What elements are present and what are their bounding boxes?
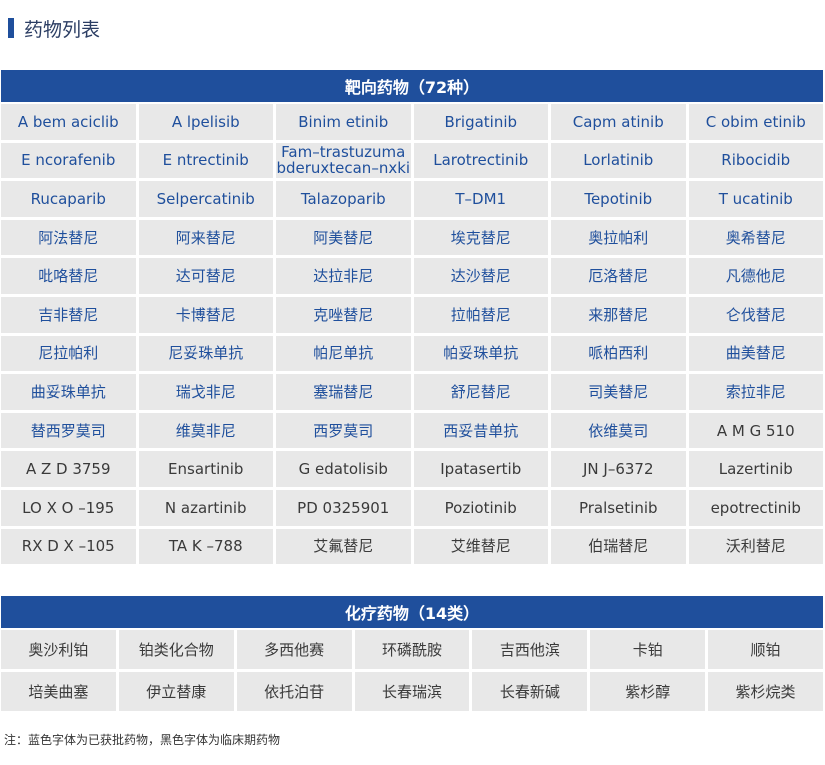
targeted-drug-cell: Tepotinib <box>551 181 686 217</box>
chemo-drug-cell: 长春瑞滨 <box>354 672 470 711</box>
chemo-drugs-table: 奥沙利铂 铂类化合物 多西他赛 环磷酰胺 吉西他滨 卡铂 顺铂培美曲塞 伊立替康 依托泊苷 长春瑞… <box>1 630 823 711</box>
chemo-drug-cell: 多西他赛 <box>236 630 352 669</box>
chemo-drug-cell: 铂类化合物 <box>118 630 234 669</box>
chemo-drug-cell: 伊立替康 <box>118 672 234 711</box>
targeted-drug-cell: 索拉非尼 <box>688 374 823 410</box>
targeted-drug-cell: 厄洛替尼 <box>551 258 686 294</box>
targeted-drug-cell: 达可替尼 <box>138 258 273 294</box>
chemo-drug-cell: 依托泊苷 <box>236 672 352 711</box>
targeted-drug-cell: 维莫非尼 <box>138 412 273 449</box>
targeted-drug-cell: LO X O –195 <box>1 489 136 526</box>
targeted-drug-cell: 艾维替尼 <box>413 528 548 565</box>
targeted-drug-cell: 卡博替尼 <box>138 296 273 333</box>
targeted-drug-cell: Ipatasertib <box>413 451 548 487</box>
targeted-drug-cell: RX D X –105 <box>1 528 136 565</box>
targeted-drug-cell: T–DM1 <box>413 181 548 217</box>
chemo-drug-cell: 奥沙利铂 <box>1 630 116 669</box>
targeted-drug-cell: Brigatinib <box>413 104 548 140</box>
chemo-drug-cell: 培美曲塞 <box>1 672 116 711</box>
targeted-drug-cell: T ucatinib <box>688 181 823 217</box>
targeted-drug-cell: 克唑替尼 <box>276 296 411 333</box>
targeted-drug-cell: 埃克替尼 <box>413 219 548 256</box>
targeted-drug-cell: Ensartinib <box>138 451 273 487</box>
targeted-drug-cell: 吉非替尼 <box>1 296 136 333</box>
targeted-drug-cell: 替西罗莫司 <box>1 412 136 449</box>
targeted-drug-cell: E ntrectinib <box>138 142 273 179</box>
targeted-drug-cell: 舒尼替尼 <box>413 374 548 410</box>
targeted-drug-cell: A M G 510 <box>688 412 823 449</box>
targeted-drug-cell: Binim etinib <box>276 104 411 140</box>
targeted-drug-cell: 拉帕替尼 <box>413 296 548 333</box>
targeted-drug-cell: 奥希替尼 <box>688 219 823 256</box>
targeted-drug-cell: 达沙替尼 <box>413 258 548 294</box>
targeted-drug-cell: Rucaparib <box>1 181 136 217</box>
targeted-drug-cell: PD 0325901 <box>276 489 411 526</box>
targeted-drug-cell: C obim etinib <box>688 104 823 140</box>
targeted-drug-cell: Talazoparib <box>276 181 411 217</box>
chemo-drug-cell: 吉西他滨 <box>472 630 588 669</box>
targeted-drug-cell: Larotrectinib <box>413 142 548 179</box>
targeted-drug-cell: Poziotinib <box>413 489 548 526</box>
targeted-drug-cell: 塞瑞替尼 <box>276 374 411 410</box>
targeted-drug-cell: 尼妥珠单抗 <box>138 335 273 372</box>
targeted-drug-cell: 哌柏西利 <box>551 335 686 372</box>
targeted-drug-cell: 尼拉帕利 <box>1 335 136 372</box>
targeted-drug-cell: 阿美替尼 <box>276 219 411 256</box>
targeted-drug-cell: 曲美替尼 <box>688 335 823 372</box>
page-title: 药物列表 <box>8 14 100 42</box>
targeted-drug-cell: Pralsetinib <box>551 489 686 526</box>
targeted-drug-cell: 帕妥珠单抗 <box>413 335 548 372</box>
targeted-drugs-header: 靶向药物（72种） <box>1 70 823 102</box>
targeted-drug-cell: A Z D 3759 <box>1 451 136 487</box>
targeted-drug-cell: N azartinib <box>138 489 273 526</box>
targeted-drug-cell: Lorlatinib <box>551 142 686 179</box>
targeted-drug-cell: epotrectinib <box>688 489 823 526</box>
chemo-drug-cell: 顺铂 <box>708 630 823 669</box>
targeted-drug-cell: A lpelisib <box>138 104 273 140</box>
chemo-drugs-header: 化疗药物（14类） <box>1 596 823 628</box>
page-title-text: 药物列表 <box>24 18 101 41</box>
targeted-drug-cell: Fam–trastuzuma bderuxtecan–nxki <box>276 142 411 179</box>
title-accent-bar <box>8 18 14 38</box>
targeted-drug-cell: 帕尼单抗 <box>276 335 411 372</box>
targeted-drug-cell: 阿来替尼 <box>138 219 273 256</box>
targeted-drug-cell: G edatolisib <box>276 451 411 487</box>
chemo-drug-cell: 卡铂 <box>590 630 706 669</box>
targeted-drug-cell: 吡咯替尼 <box>1 258 136 294</box>
targeted-drugs-table: A bem aciclib A lpelisib Binim etinib Briga… <box>1 104 823 565</box>
targeted-drug-cell: TA K –788 <box>138 528 273 565</box>
targeted-drug-cell: 仑伐替尼 <box>688 296 823 333</box>
targeted-drug-cell: 阿法替尼 <box>1 219 136 256</box>
targeted-drug-cell: 沃利替尼 <box>688 528 823 565</box>
targeted-drug-cell: JN J–6372 <box>551 451 686 487</box>
targeted-drug-cell: 来那替尼 <box>551 296 686 333</box>
targeted-drug-cell: A bem aciclib <box>1 104 136 140</box>
targeted-drug-cell: 艾氟替尼 <box>276 528 411 565</box>
targeted-drug-cell: 凡德他尼 <box>688 258 823 294</box>
targeted-drug-cell: 达拉非尼 <box>276 258 411 294</box>
targeted-drug-cell: Capm atinib <box>551 104 686 140</box>
chemo-drug-cell: 长春新碱 <box>472 672 588 711</box>
chemo-drug-cell: 环磷酰胺 <box>354 630 470 669</box>
footnote: 注：蓝色字体为已获批药物，黑色字体为临床期药物 <box>4 733 281 747</box>
targeted-drug-cell: 依维莫司 <box>551 412 686 449</box>
chemo-drug-cell: 紫杉烷类 <box>708 672 823 711</box>
targeted-drug-cell: 西罗莫司 <box>276 412 411 449</box>
targeted-drug-cell: Selpercatinib <box>138 181 273 217</box>
targeted-drug-cell: 奥拉帕利 <box>551 219 686 256</box>
targeted-drug-cell: Lazertinib <box>688 451 823 487</box>
targeted-drug-cell: 曲妥珠单抗 <box>1 374 136 410</box>
targeted-drug-cell: E ncorafenib <box>1 142 136 179</box>
targeted-drug-cell: 伯瑞替尼 <box>551 528 686 565</box>
targeted-drug-cell: Ribocidib <box>688 142 823 179</box>
targeted-drug-cell: 司美替尼 <box>551 374 686 410</box>
targeted-drug-cell: 西妥昔单抗 <box>413 412 548 449</box>
targeted-drug-cell: 瑞戈非尼 <box>138 374 273 410</box>
chemo-drug-cell: 紫杉醇 <box>590 672 706 711</box>
